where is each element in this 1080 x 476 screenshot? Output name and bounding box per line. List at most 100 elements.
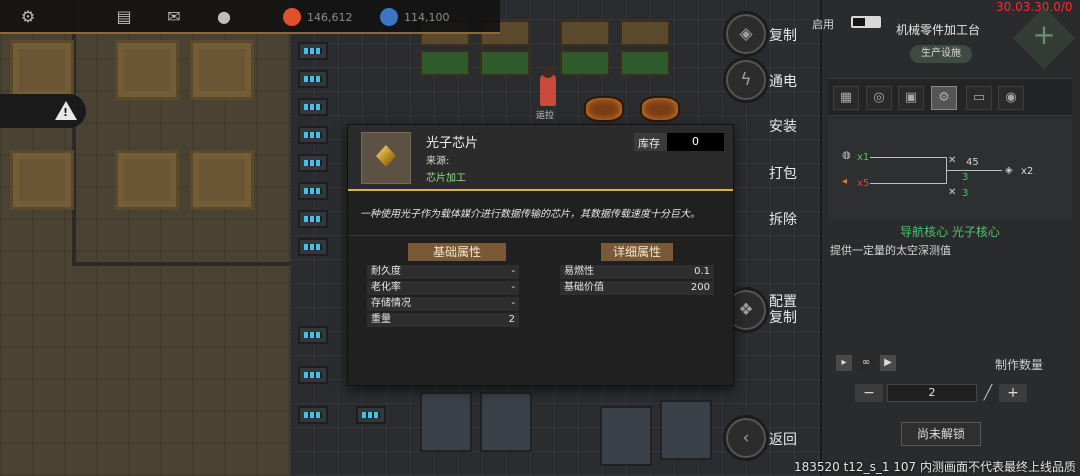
- crate-icon[interactable]: ▣: [898, 86, 924, 110]
- back-button[interactable]: ‹: [726, 418, 766, 458]
- recipe-description: 提供一定量的太空深测值: [830, 244, 951, 257]
- storage-crate[interactable]: [620, 50, 670, 76]
- storage-crate[interactable]: [620, 20, 670, 46]
- battery[interactable]: [298, 98, 328, 116]
- output-item-icon: ◈: [1005, 165, 1013, 176]
- category-tag: 生产设施: [910, 45, 972, 63]
- attr-row: 老化率 -: [367, 281, 519, 295]
- battery[interactable]: [298, 210, 328, 228]
- battery[interactable]: [298, 326, 328, 344]
- input-qty-2: x5: [857, 178, 870, 189]
- enable-toggle[interactable]: [851, 16, 881, 28]
- population-icon: [380, 8, 398, 26]
- attr-row: 耐久度 -: [367, 265, 519, 279]
- attr-row: 基础价值 200: [560, 281, 714, 295]
- play-icon[interactable]: ▶: [880, 355, 896, 371]
- craft-count-label: 制作数量: [995, 358, 1044, 372]
- top-hud: ⚙ ▤ ✉ ● 146,612 114,100: [0, 0, 500, 34]
- copy-button[interactable]: ◈: [726, 14, 766, 54]
- tool-count-b: 3: [962, 188, 969, 199]
- source-label: 来源:: [426, 156, 450, 167]
- photon-chip-icon: [361, 132, 411, 184]
- battery[interactable]: [298, 366, 328, 384]
- divider: [348, 189, 733, 191]
- craft-time: 45: [966, 157, 979, 168]
- keyboard-icon[interactable]: ▤: [114, 8, 134, 26]
- config-copy-label: 配置 复制: [769, 294, 797, 326]
- install-label[interactable]: 安装: [769, 116, 797, 136]
- skip-icon[interactable]: ▸: [836, 355, 852, 371]
- battery[interactable]: [298, 70, 328, 88]
- locked-button[interactable]: 尚未解锁: [901, 422, 981, 446]
- stock-label: 库存: [638, 137, 660, 150]
- storage-crate[interactable]: [560, 50, 610, 76]
- battery[interactable]: [298, 42, 328, 60]
- input-qty-1: x1: [857, 152, 870, 163]
- detail-attrs-title: 详细属性: [601, 243, 673, 261]
- furnace[interactable]: [584, 96, 624, 122]
- disk-icon[interactable]: ◉: [998, 86, 1024, 110]
- corridor-wall: [72, 0, 297, 266]
- source-value[interactable]: 芯片加工: [426, 169, 466, 184]
- back-icon: ‹: [742, 428, 750, 448]
- screen-icon[interactable]: ▭: [966, 86, 992, 110]
- item-description: 一种使用光子作为载体媒介进行数据传输的芯片，其数据传载速度十分巨大。: [360, 209, 700, 220]
- user-icon[interactable]: ●: [214, 8, 234, 26]
- quantity-input[interactable]: 2: [887, 384, 977, 402]
- machine[interactable]: [600, 406, 652, 466]
- furnace[interactable]: [640, 96, 680, 122]
- battery[interactable]: [298, 154, 328, 172]
- battery[interactable]: [298, 406, 328, 424]
- basic-attrs-title: 基础属性: [408, 243, 506, 261]
- battery[interactable]: [298, 126, 328, 144]
- power-label: 通电: [769, 74, 797, 90]
- dismantle-label[interactable]: 拆除: [769, 209, 797, 229]
- output-qty: x2: [1021, 166, 1034, 177]
- copy-icon: ◈: [739, 24, 753, 44]
- battery[interactable]: [298, 238, 328, 256]
- machine[interactable]: [660, 400, 712, 460]
- storage-crate[interactable]: [560, 20, 610, 46]
- stock-box: 库存 0: [634, 133, 724, 151]
- item-name: 光子芯片: [426, 136, 479, 151]
- ground-tile: [190, 150, 254, 210]
- ground-tile: [115, 150, 179, 210]
- slider-icon[interactable]: ╱: [979, 384, 997, 402]
- tool-count-a: 3: [962, 172, 969, 183]
- decrease-button[interactable]: −: [855, 384, 883, 402]
- tool-icon: ✕: [948, 155, 957, 166]
- attr-row: 存储情况 -: [367, 297, 519, 311]
- mail-icon[interactable]: ✉: [164, 8, 184, 26]
- drum-icon[interactable]: ◎: [866, 86, 892, 110]
- build-status-text: 183520 t12_s_1 107 内测画面不代表最终上线品质: [793, 460, 1076, 474]
- power-button[interactable]: ϟ: [726, 60, 766, 100]
- recipe-diagram: [828, 118, 1072, 220]
- machine[interactable]: [480, 392, 532, 452]
- infinite-icon[interactable]: ∞: [858, 355, 874, 371]
- increase-button[interactable]: +: [999, 384, 1027, 402]
- battery[interactable]: [356, 406, 386, 424]
- attr-row: 易燃性 0.1: [560, 265, 714, 279]
- storage-crate[interactable]: [480, 50, 530, 76]
- food-icon: [283, 8, 301, 26]
- storage-crate[interactable]: [420, 50, 470, 76]
- attr-row: 重量 2: [367, 313, 519, 327]
- warning-tab[interactable]: !: [0, 94, 86, 128]
- stock-value: 0: [667, 133, 724, 151]
- divider: [348, 235, 733, 236]
- population-value: 114,100: [404, 11, 450, 24]
- input-item-icon: ◍: [842, 150, 851, 161]
- pack-label[interactable]: 打包: [769, 163, 797, 183]
- recipe-name: 导航核心 光子核心: [900, 225, 1000, 239]
- ground-tile: [115, 40, 179, 100]
- gear-tab-icon[interactable]: ⚙: [931, 86, 957, 110]
- battery[interactable]: [298, 182, 328, 200]
- grid-icon[interactable]: ▦: [833, 86, 859, 110]
- colonist-character[interactable]: [540, 66, 556, 106]
- station-title: 机械零件加工台: [896, 23, 981, 37]
- item-tooltip: 光子芯片 来源: 芯片加工 库存 0 一种使用光子作为载体媒介进行数据传输的芯片…: [347, 124, 734, 386]
- lightning-icon: ϟ: [740, 70, 752, 90]
- gear-icon[interactable]: ⚙: [18, 8, 38, 26]
- machine[interactable]: [420, 392, 472, 452]
- enable-label: 启用: [812, 18, 834, 31]
